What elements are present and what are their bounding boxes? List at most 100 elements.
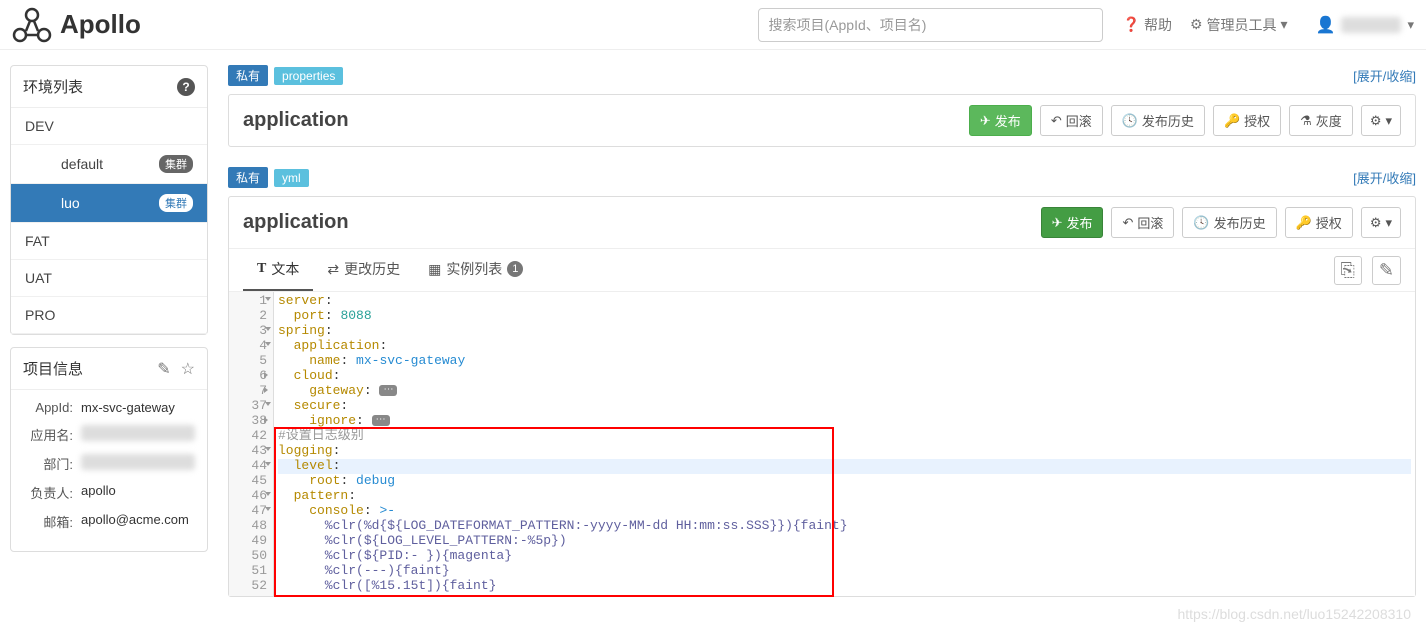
undo-icon: ↶: [1122, 215, 1133, 231]
gear-icon: ⚙: [1190, 16, 1203, 33]
line-number: 43: [229, 444, 267, 459]
tag-private: 私有: [228, 167, 268, 188]
env-item-luo[interactable]: luo 集群: [11, 184, 207, 223]
code-line[interactable]: secure:: [278, 399, 1411, 414]
code-line[interactable]: console: >-: [278, 504, 1411, 519]
logo[interactable]: Apollo: [12, 7, 141, 43]
search-placeholder: 搜索项目(AppId、项目名): [769, 15, 927, 35]
user-menu[interactable]: 👤 ▾: [1316, 15, 1414, 35]
star-icon[interactable]: ☆: [181, 359, 195, 379]
auth-button[interactable]: 🔑授权: [1213, 105, 1281, 136]
code-line[interactable]: ignore: ⋯: [278, 414, 1411, 429]
line-number: 7: [229, 384, 267, 399]
fold-icon[interactable]: [265, 447, 271, 451]
env-item-default[interactable]: default集群: [11, 145, 207, 184]
history-button[interactable]: 🕓发布历史: [1182, 207, 1276, 238]
code-line[interactable]: port: 8088: [278, 309, 1411, 324]
copy-icon[interactable]: ⎘: [1334, 256, 1362, 285]
help-icon[interactable]: ?: [177, 78, 195, 96]
fold-icon[interactable]: [265, 402, 271, 406]
undo-icon: ↶: [1051, 113, 1062, 129]
tab-history[interactable]: ⇄更改历史: [313, 249, 414, 291]
env-label: luo: [61, 195, 80, 211]
env-label: DEV: [25, 118, 54, 134]
namespace-title: application: [243, 211, 349, 234]
folded-marker[interactable]: ⋯: [379, 385, 397, 397]
env-item-pro[interactable]: PRO: [11, 297, 207, 334]
settings-button[interactable]: ⚙▾: [1361, 105, 1401, 136]
code-line[interactable]: server:: [278, 294, 1411, 309]
tab-text[interactable]: T文本: [243, 249, 313, 291]
instance-count: 1: [507, 261, 523, 277]
search-input[interactable]: 搜索项目(AppId、项目名): [758, 8, 1103, 42]
help-icon: ❓: [1123, 16, 1140, 33]
tab-instances[interactable]: ▦实例列表1: [414, 249, 537, 291]
yaml-editor[interactable]: 123456737384243444546474849505152 server…: [229, 292, 1415, 596]
admin-tools-link[interactable]: ⚙ 管理员工具 ▾: [1190, 15, 1288, 35]
fold-icon[interactable]: [265, 492, 271, 496]
code-line[interactable]: name: mx-svc-gateway: [278, 354, 1411, 369]
dept-value: [81, 454, 195, 470]
auth-button[interactable]: 🔑授权: [1285, 207, 1353, 238]
fold-icon[interactable]: [265, 507, 271, 511]
code-line[interactable]: %clr(${LOG_LEVEL_PATTERN:-%5p}): [278, 534, 1411, 549]
folded-marker[interactable]: ⋯: [372, 415, 390, 427]
appid-label: AppId:: [23, 400, 73, 415]
code-line[interactable]: #设置日志级别: [278, 429, 1411, 444]
expand-toggle[interactable]: [展开/收缩]: [1353, 168, 1416, 187]
code-line[interactable]: %clr([%15.15t]){faint}: [278, 579, 1411, 594]
code-line[interactable]: pattern:: [278, 489, 1411, 504]
code-line[interactable]: gateway: ⋯: [278, 384, 1411, 399]
publish-button[interactable]: ✈发布: [1041, 207, 1104, 238]
env-label: FAT: [25, 233, 50, 249]
chevron-down-icon: ▾: [1281, 16, 1288, 33]
code-line[interactable]: %clr(${PID:- }){magenta}: [278, 549, 1411, 564]
fold-icon[interactable]: [264, 387, 271, 393]
line-number: 3: [229, 324, 267, 339]
code-line[interactable]: spring:: [278, 324, 1411, 339]
username: [1341, 17, 1401, 33]
send-icon: ✈: [980, 113, 991, 129]
code-line[interactable]: %clr(%d{${LOG_DATEFORMAT_PATTERN:-yyyy-M…: [278, 519, 1411, 534]
env-item-fat[interactable]: FAT: [11, 223, 207, 260]
code-line[interactable]: application:: [278, 339, 1411, 354]
line-number: 46: [229, 489, 267, 504]
line-number: 38: [229, 414, 267, 429]
publish-button[interactable]: ✈发布: [969, 105, 1032, 136]
line-number: 5: [229, 354, 267, 369]
history-icon: 🕓: [1122, 113, 1138, 129]
line-number: 37: [229, 399, 267, 414]
list-icon: ▦: [428, 261, 441, 278]
code-line[interactable]: root: debug: [278, 474, 1411, 489]
expand-toggle[interactable]: [展开/收缩]: [1353, 66, 1416, 85]
help-link[interactable]: ❓ 帮助: [1123, 15, 1172, 35]
code-line[interactable]: logging:: [278, 444, 1411, 459]
appname-value: [81, 425, 195, 441]
email-value: apollo@acme.com: [81, 512, 195, 531]
fold-icon[interactable]: [265, 327, 271, 331]
fold-icon[interactable]: [265, 297, 271, 301]
rollback-button[interactable]: ↶回滚: [1040, 105, 1103, 136]
edit-icon[interactable]: ✎: [157, 359, 170, 379]
code-line[interactable]: level:: [278, 459, 1411, 474]
cluster-badge: 集群: [159, 194, 193, 212]
fold-icon[interactable]: [265, 342, 271, 346]
namespace-yml: 私有 yml [展开/收缩] application ✈发布 ↶回滚 🕓发布历史…: [228, 167, 1416, 597]
edit-icon[interactable]: ✎: [1372, 256, 1401, 285]
fold-icon[interactable]: [265, 462, 271, 466]
send-icon: ✈: [1052, 215, 1063, 231]
rollback-button[interactable]: ↶回滚: [1111, 207, 1174, 238]
settings-button[interactable]: ⚙▾: [1361, 207, 1401, 238]
chevron-down-icon: ▾: [1385, 215, 1392, 231]
code-line[interactable]: %clr(---){faint}: [278, 564, 1411, 579]
line-number: 52: [229, 579, 267, 594]
history-button[interactable]: 🕓发布历史: [1111, 105, 1205, 136]
code-line[interactable]: cloud:: [278, 369, 1411, 384]
fold-icon[interactable]: [264, 372, 271, 378]
line-number: 47: [229, 504, 267, 519]
gray-button[interactable]: ⚗灰度: [1289, 105, 1353, 136]
fold-icon[interactable]: [264, 417, 271, 423]
tag-type: properties: [274, 67, 343, 85]
env-item-uat[interactable]: UAT: [11, 260, 207, 297]
env-item-dev[interactable]: DEV: [11, 108, 207, 145]
